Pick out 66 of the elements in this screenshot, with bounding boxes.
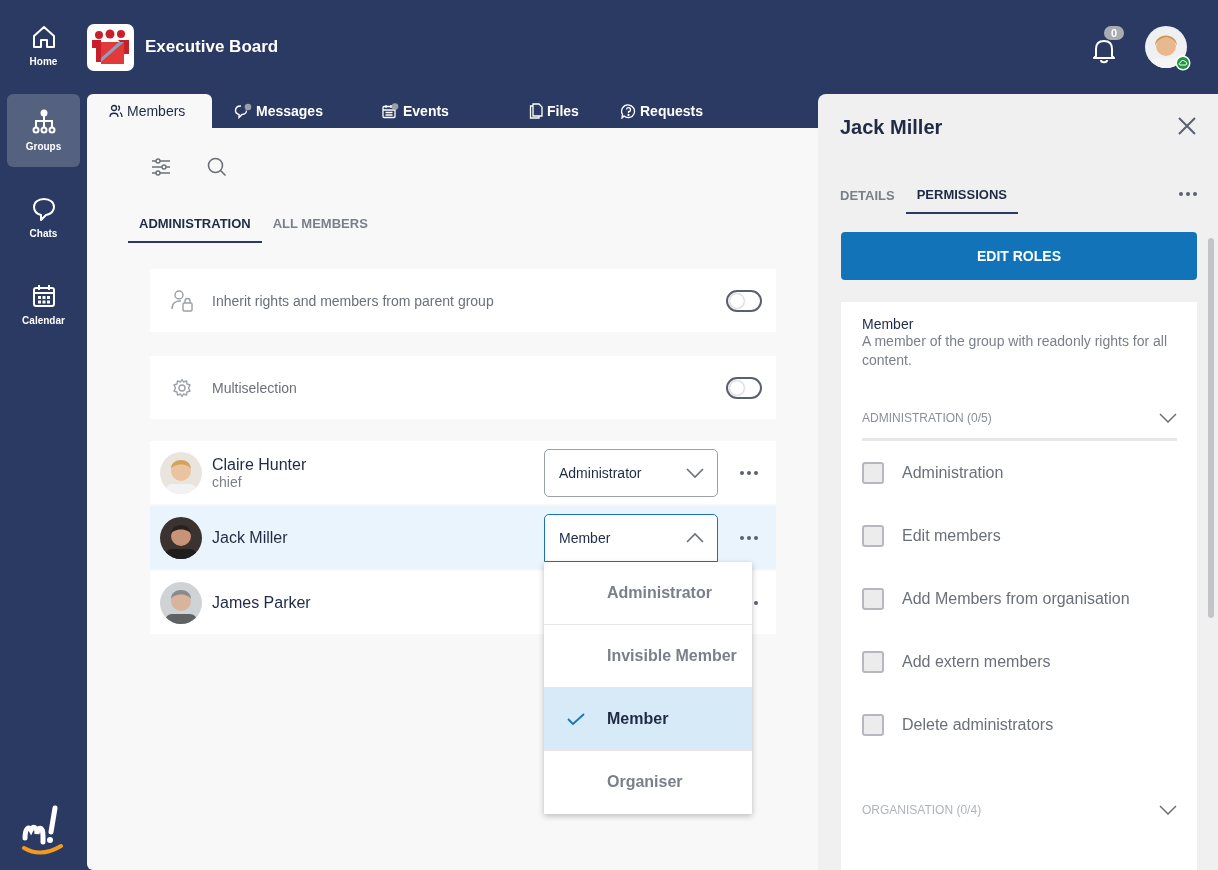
tab[interactable]: Members bbox=[87, 94, 212, 128]
role-select[interactable]: Administrator bbox=[544, 448, 718, 497]
toggle-switch[interactable] bbox=[726, 376, 762, 399]
role-description: A member of the group with readonly rights for all content. bbox=[862, 332, 1169, 370]
nav-item[interactable]: Chats bbox=[7, 181, 80, 254]
setting-label: Inherit rights and members from parent group bbox=[212, 292, 495, 309]
chevron-icon[interactable] bbox=[1159, 413, 1177, 423]
tab[interactable]: Requests bbox=[599, 94, 733, 128]
tab[interactable]: Events bbox=[346, 94, 479, 128]
hierarchy-icon bbox=[30, 109, 57, 135]
tab[interactable]: Messages bbox=[212, 94, 346, 128]
panel-tab[interactable]: DETAILS bbox=[829, 175, 906, 213]
chevron-icon[interactable] bbox=[1159, 805, 1177, 815]
nav-item[interactable]: Home bbox=[7, 17, 80, 73]
search-icon[interactable] bbox=[207, 157, 227, 177]
close-icon[interactable] bbox=[1177, 116, 1197, 136]
permission-label: Delete administrators bbox=[902, 715, 1054, 734]
panel-tab[interactable]: PERMISSIONS bbox=[905, 174, 1018, 214]
checkbox[interactable] bbox=[862, 587, 884, 610]
checkbox[interactable] bbox=[862, 713, 884, 736]
checkbox[interactable] bbox=[862, 650, 884, 673]
tab[interactable]: Files bbox=[479, 94, 599, 128]
permission-label: Administration bbox=[902, 463, 1004, 482]
role-name: Member bbox=[862, 316, 915, 332]
member-name: Claire Hunter bbox=[212, 455, 308, 474]
chevron-icon bbox=[685, 531, 705, 544]
checkbox[interactable] bbox=[862, 524, 884, 547]
group-title: Executive Board bbox=[145, 37, 279, 57]
gear-icon bbox=[170, 377, 194, 398]
permission-label: Add Members from organisation bbox=[902, 589, 1130, 608]
nav-item[interactable]: Groups bbox=[7, 94, 80, 167]
toggle-switch[interactable] bbox=[726, 289, 762, 312]
member-row[interactable]: Claire Hunter chief Administrator bbox=[150, 441, 776, 504]
nav-item[interactable]: Calendar bbox=[7, 268, 80, 341]
role-option[interactable]: Organiser bbox=[544, 750, 752, 814]
person-lock-icon bbox=[170, 288, 194, 313]
online-status-icon bbox=[1175, 55, 1191, 71]
role-select[interactable]: Member bbox=[544, 513, 718, 562]
edit-roles-button[interactable]: EDIT ROLES bbox=[841, 232, 1197, 280]
view-tab[interactable]: ALL MEMBERS bbox=[261, 206, 379, 243]
question-bubble-icon bbox=[621, 103, 636, 119]
check-icon bbox=[566, 711, 586, 726]
checkbox[interactable] bbox=[862, 461, 884, 484]
view-tab[interactable]: ADMINISTRATION bbox=[128, 206, 262, 243]
calendar-icon bbox=[382, 103, 399, 119]
documents-icon bbox=[529, 103, 543, 119]
people-icon bbox=[109, 104, 123, 118]
chevron-icon bbox=[685, 466, 705, 479]
member-name: James Parker bbox=[212, 593, 312, 612]
section-title: ORGANISATION (0/4) bbox=[862, 803, 982, 817]
calendar-icon bbox=[30, 283, 57, 309]
group-logo bbox=[87, 23, 134, 71]
permission-label: Edit members bbox=[902, 526, 1001, 545]
chat-icon bbox=[30, 196, 57, 222]
member-name: Jack Miller bbox=[212, 528, 289, 547]
role-option[interactable]: Member bbox=[544, 687, 752, 751]
role-option[interactable]: Invisible Member bbox=[544, 624, 752, 688]
panel-title: Jack Miller bbox=[840, 116, 943, 140]
permission-label: Add extern members bbox=[902, 652, 1051, 671]
home-icon bbox=[30, 23, 57, 50]
speech-bubble-icon bbox=[234, 103, 252, 119]
section-title: ADMINISTRATION (0/5) bbox=[862, 411, 992, 425]
setting-label: Multiselection bbox=[212, 379, 298, 396]
member-subtitle: chief bbox=[212, 473, 243, 490]
notification-count: 0 bbox=[1104, 26, 1125, 40]
filter-icon[interactable] bbox=[151, 158, 171, 176]
